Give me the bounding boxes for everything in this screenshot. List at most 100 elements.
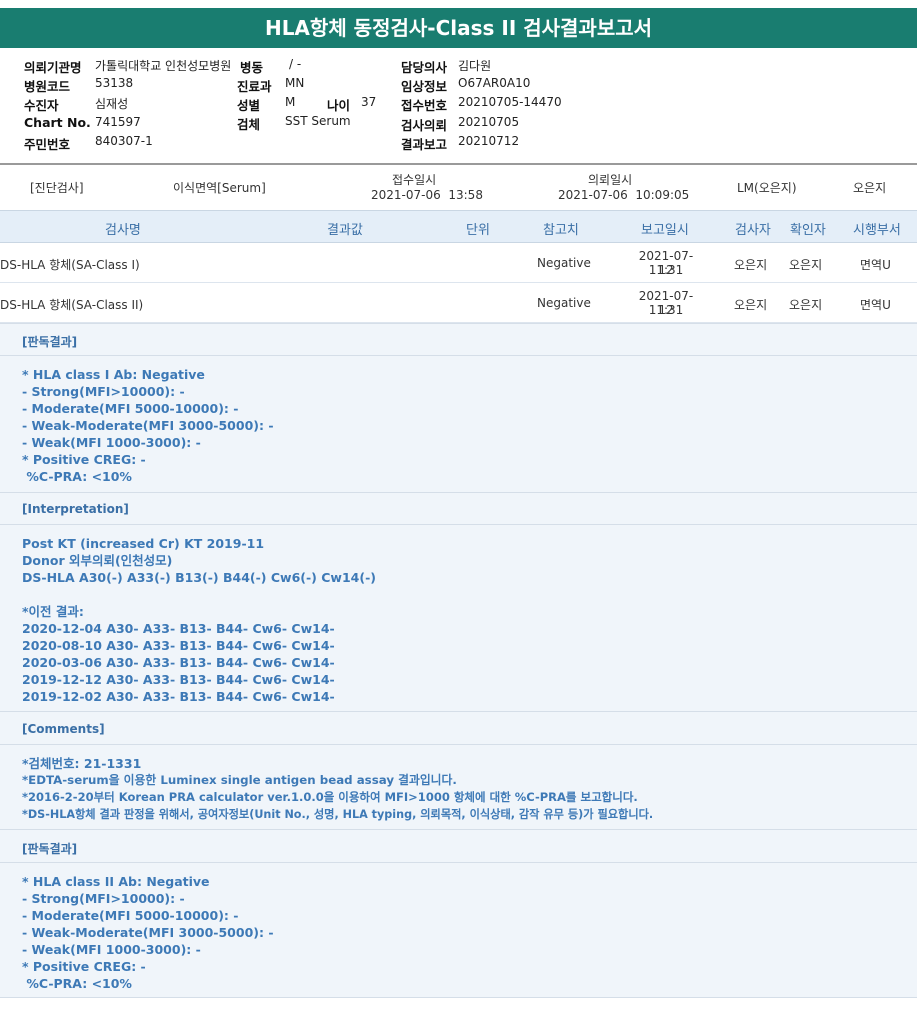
col-header: 검사명 <box>105 223 141 238</box>
section-header: [판독결과] <box>22 335 78 349</box>
col-header: 단위 <box>466 223 490 238</box>
section-divider <box>0 355 917 356</box>
section-line: *EDTA-serum을 이용한 Luminex single antigen … <box>22 773 457 787</box>
receipt-date-label: 접수일시 <box>392 173 437 187</box>
department: 면역U <box>860 258 891 272</box>
request-label: 검사의뢰 <box>401 118 448 133</box>
section-line: * Positive CREG: - <box>22 959 146 974</box>
age-label: 나이 <box>327 98 351 113</box>
dept-value: MN <box>285 76 305 90</box>
col-header: 참고치 <box>543 223 579 238</box>
request-date-value: 2021-07-06 10:09:05 <box>558 188 690 202</box>
ward-label: 병동 <box>240 60 264 75</box>
person-value: 오은지 <box>853 181 887 195</box>
receipt-label: 접수번호 <box>401 98 448 113</box>
section-line: *이전 결과: <box>22 604 84 619</box>
section-line: 2020-12-04 A30- A33- B13- B44- Cw6- Cw14… <box>22 621 335 636</box>
section-divider <box>0 524 917 525</box>
info-divider <box>0 163 917 165</box>
sex-label: 성별 <box>237 98 261 113</box>
section-header: [Comments] <box>22 722 105 736</box>
tester: 오은지 <box>734 298 768 312</box>
receipt-value: 20210705-14470 <box>458 95 562 109</box>
section-line: - Moderate(MFI 5000-10000): - <box>22 401 239 416</box>
ward-value: / - <box>289 57 302 71</box>
report-title: HLA항체 동정검사-Class II 검사결과보고서 <box>0 8 917 48</box>
report-time: 11:31 <box>648 263 684 277</box>
results-table-header: 검사명 결과값 단위 참고치 보고일시 검사자 확인자 시행부서 <box>0 210 917 243</box>
clinical-value: O67AR0A10 <box>458 76 531 90</box>
section-line: %C-PRA: <10% <box>22 469 132 484</box>
section-line: * HLA class II Ab: Negative <box>22 874 210 889</box>
sex-value: M <box>285 95 296 109</box>
diagnosis-row: [진단검사] 이식면역[Serum] 접수일시 2021-07-06 13:58… <box>0 168 917 208</box>
section-line: - Moderate(MFI 5000-10000): - <box>22 908 239 923</box>
section-divider <box>0 711 917 712</box>
patient-label: 수진자 <box>24 98 59 113</box>
section-divider <box>0 829 917 830</box>
section-line: 2020-08-10 A30- A33- B13- B44- Cw6- Cw14… <box>22 638 335 653</box>
doctor-label: 담당의사 <box>401 60 448 75</box>
table-row: DS-HLA 항체(SA-Class II) Negative 2021-07-… <box>0 283 917 323</box>
section-line: * Positive CREG: - <box>22 452 146 467</box>
hospcode-label: 병원코드 <box>24 79 71 94</box>
id-label: 주민번호 <box>24 137 71 152</box>
section-line: 2020-03-06 A30- A33- B13- B44- Cw6- Cw14… <box>22 655 335 670</box>
col-header: 확인자 <box>790 223 826 238</box>
section-divider <box>0 997 917 998</box>
section-line: * HLA class I Ab: Negative <box>22 367 205 382</box>
chart-label: Chart No. <box>24 115 91 130</box>
section-line: 2019-12-12 A30- A33- B13- B44- Cw6- Cw14… <box>22 672 335 687</box>
section-line: *2016-2-20부터 Korean PRA calculator ver.1… <box>22 790 638 804</box>
receipt-date-value: 2021-07-06 13:58 <box>371 188 483 202</box>
section-header: [판독결과] <box>22 842 78 856</box>
patient-value: 심재성 <box>95 97 129 111</box>
col-header: 결과값 <box>327 223 363 238</box>
section-line: %C-PRA: <10% <box>22 976 132 991</box>
report-value: 20210712 <box>458 134 520 148</box>
diag-value: 이식면역[Serum] <box>173 181 266 195</box>
hospcode-value: 53138 <box>95 76 134 90</box>
dept-label: 진료과 <box>237 79 272 94</box>
checker: 오은지 <box>789 258 823 272</box>
section-line: - Strong(MFI>10000): - <box>22 891 185 906</box>
test-name: DS-HLA 항체(SA-Class II) <box>0 298 144 312</box>
reference-value: Negative <box>537 256 591 270</box>
section-header: [Interpretation] <box>22 502 129 516</box>
test-name: DS-HLA 항체(SA-Class I) <box>0 258 140 272</box>
section-divider <box>0 744 917 745</box>
col-header: 시행부서 <box>853 223 901 238</box>
hospital-label: 의뢰기관명 <box>24 60 82 75</box>
checker: 오은지 <box>789 298 823 312</box>
section-line: - Strong(MFI>10000): - <box>22 384 185 399</box>
clinical-label: 임상정보 <box>401 79 448 94</box>
section-line: *검체번호: 21-1331 <box>22 756 142 771</box>
department: 면역U <box>860 298 891 312</box>
reference-value: Negative <box>537 296 591 310</box>
diag-label: [진단검사] <box>30 181 84 195</box>
report-time: 11:31 <box>648 303 684 317</box>
section-divider <box>0 862 917 863</box>
section-line: *DS-HLA항체 결과 판정을 위해서, 공여자정보(Unit No., 성명… <box>22 808 654 821</box>
request-value: 20210705 <box>458 115 520 129</box>
lm-value: LM(오은지) <box>737 181 797 195</box>
patient-info: 의뢰기관명 가톨릭대학교 인천성모병원 병동 / - 담당의사 김다원 병원코드… <box>0 54 917 164</box>
specimen-value: SST Serum <box>285 114 351 128</box>
col-header: 보고일시 <box>641 223 689 238</box>
section-line: - Weak-Moderate(MFI 3000-5000): - <box>22 925 274 940</box>
table-row: DS-HLA 항체(SA-Class I) Negative 2021-07-1… <box>0 243 917 283</box>
doctor-value: 김다원 <box>458 59 492 73</box>
report-label: 결과보고 <box>401 137 448 152</box>
section-line: - Weak(MFI 1000-3000): - <box>22 435 201 450</box>
section-line: Donor 외부의뢰(인천성모) <box>22 553 173 568</box>
request-date-label: 의뢰일시 <box>588 173 633 187</box>
section-line: - Weak-Moderate(MFI 3000-5000): - <box>22 418 274 433</box>
id-value: 840307-1 <box>95 134 153 148</box>
tester: 오은지 <box>734 258 768 272</box>
section-line: Post KT (increased Cr) KT 2019-11 <box>22 536 265 551</box>
col-header: 검사자 <box>735 223 771 238</box>
specimen-label: 검체 <box>237 117 261 132</box>
age-value: 37 <box>361 95 377 109</box>
section-line: DS-HLA A30(-) A33(-) B13(-) B44(-) Cw6(-… <box>22 570 376 585</box>
section-line: - Weak(MFI 1000-3000): - <box>22 942 201 957</box>
